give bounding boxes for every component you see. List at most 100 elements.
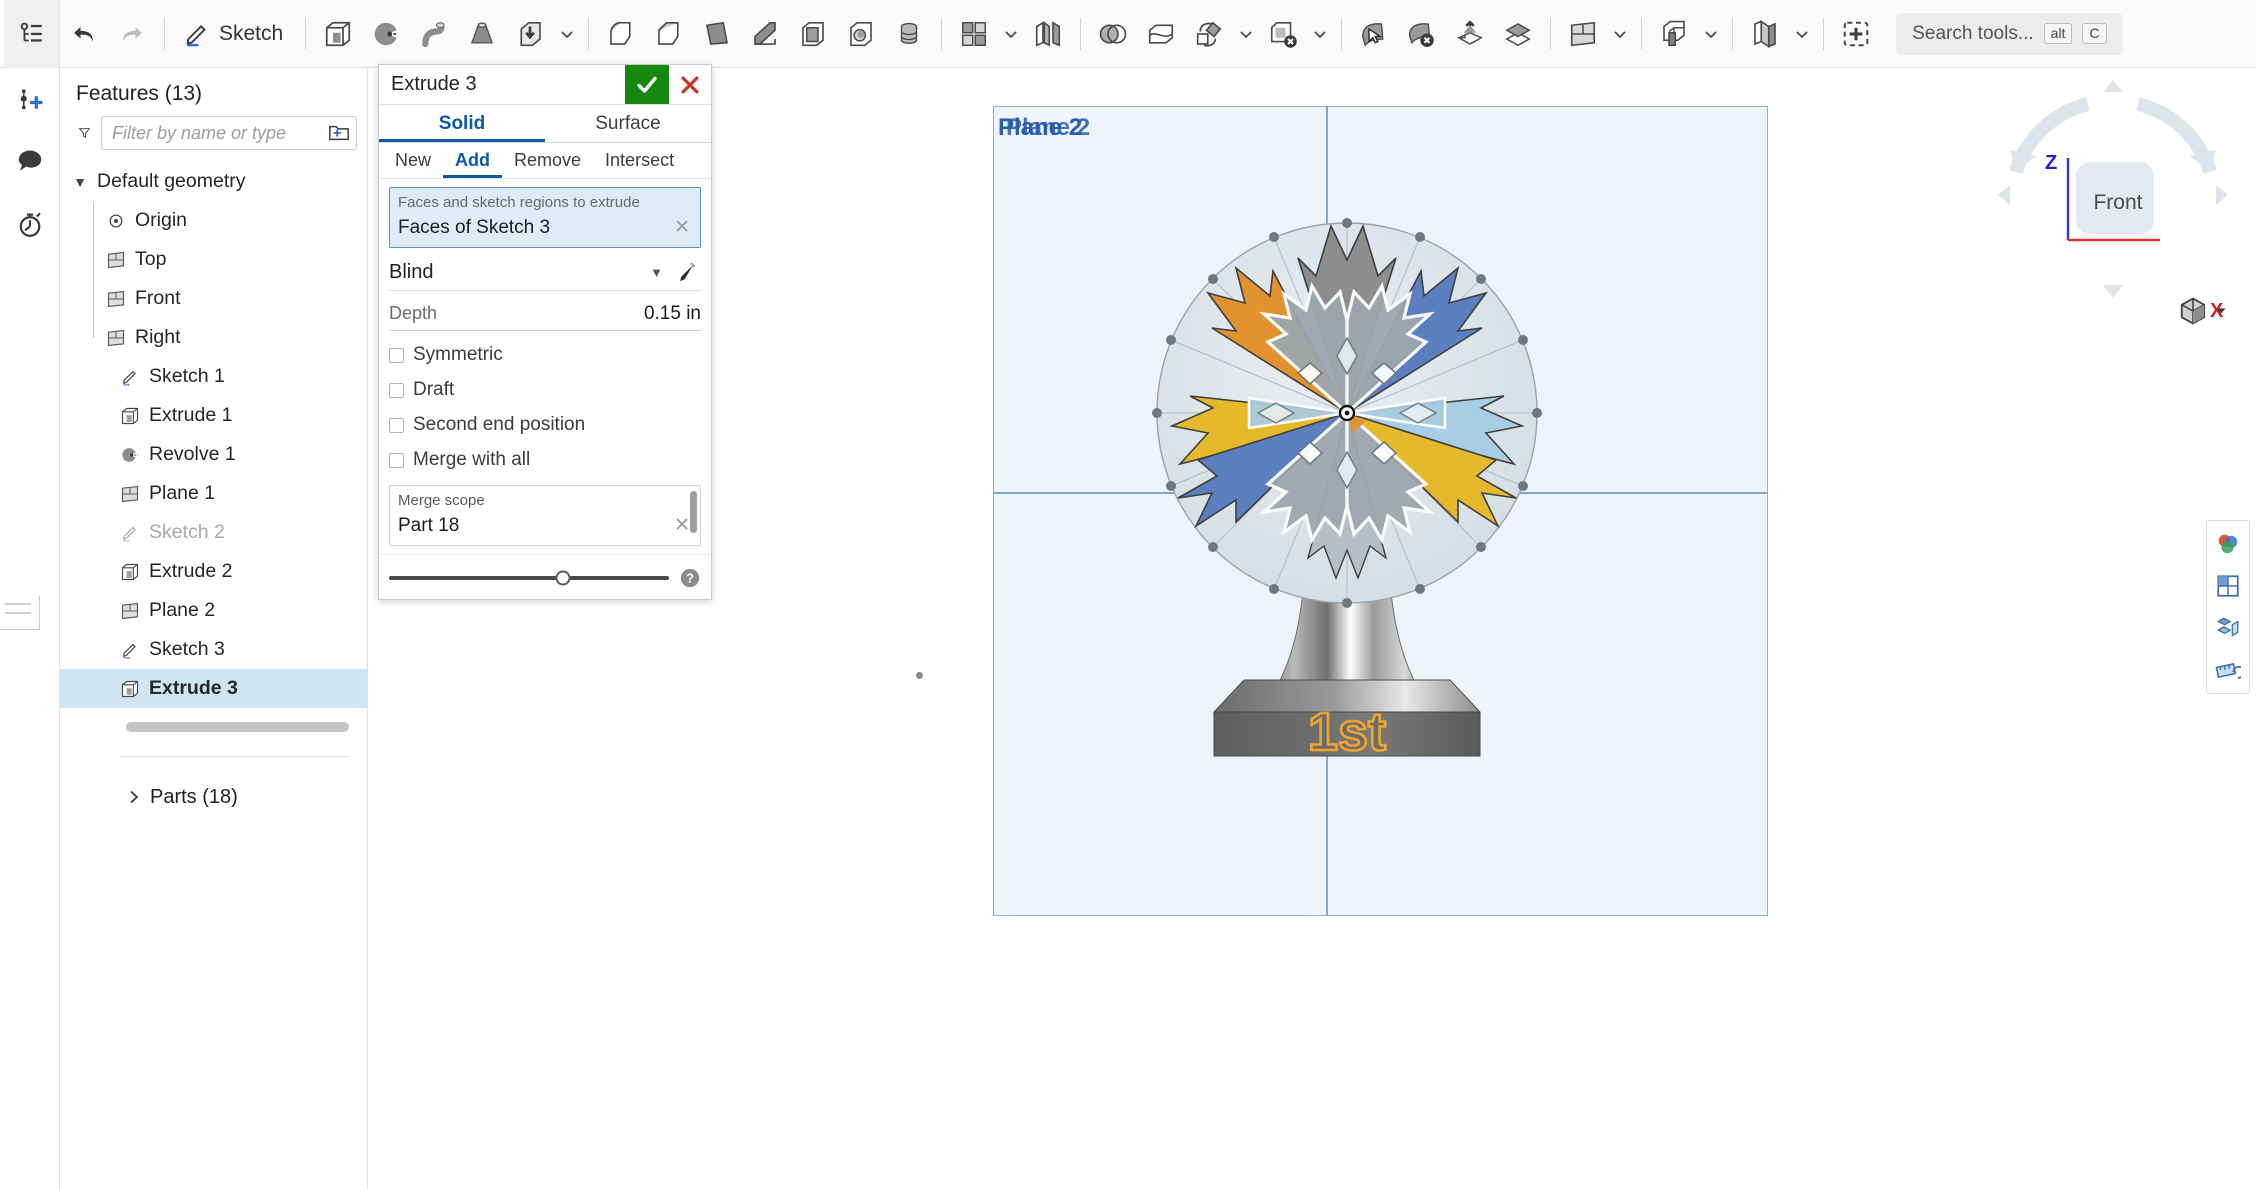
checkbox-box[interactable] <box>389 383 404 398</box>
sweep-tool-button[interactable] <box>410 8 458 60</box>
filter-icon[interactable] <box>78 120 91 146</box>
rotate-next-icon[interactable] <box>2216 185 2228 205</box>
tree-item-revolve-1[interactable]: Revolve 1 <box>60 435 367 474</box>
view-cube[interactable]: Front Z X <box>1988 80 2238 310</box>
dialog-accept-button[interactable] <box>625 65 669 104</box>
redo-button[interactable] <box>108 8 156 60</box>
delete-part-tool-button[interactable] <box>1259 8 1307 60</box>
end-condition-row[interactable]: Blind ▼ <box>389 260 701 291</box>
selection-clear-button[interactable]: ✕ <box>672 216 692 239</box>
search-tools-box[interactable]: Search tools... alt C <box>1896 13 2122 55</box>
help-button[interactable]: ? <box>679 567 701 589</box>
rotate-prev-icon[interactable] <box>1998 185 2010 205</box>
cube-face-label[interactable]: Front <box>2080 170 2156 236</box>
composite-group-dropdown[interactable] <box>1698 8 1724 60</box>
tab-solid[interactable]: Solid <box>379 105 545 142</box>
rail-item-insert[interactable] <box>8 78 52 122</box>
tree-item-top[interactable]: Top <box>60 240 367 279</box>
tab-new[interactable]: New <box>383 143 443 178</box>
extrude-group-dropdown[interactable] <box>554 8 580 60</box>
chevron-right-icon[interactable] <box>126 789 142 805</box>
depth-value[interactable]: 0.15 in <box>644 303 701 325</box>
checkbox-box[interactable] <box>389 348 404 363</box>
rail-item-comments[interactable] <box>8 140 52 184</box>
checkbox-box[interactable] <box>389 418 404 433</box>
section-view-button[interactable] <box>2211 569 2245 603</box>
tree-item-sketch-3[interactable]: Sketch 3 <box>60 630 367 669</box>
tree-item-plane-2[interactable]: Plane 2 <box>60 591 367 630</box>
rollback-bar[interactable] <box>126 722 349 732</box>
chamfer-tool-button[interactable] <box>645 8 693 60</box>
offset-surface-tool-button[interactable] <box>1494 8 1542 60</box>
hole-tool-button[interactable] <box>837 8 885 60</box>
loft-tool-button[interactable] <box>458 8 506 60</box>
plane-group-dropdown[interactable] <box>1607 8 1633 60</box>
tree-item-plane-1[interactable]: Plane 1 <box>60 474 367 513</box>
merge-scope-clear-button[interactable]: ✕ <box>672 514 692 537</box>
add-custom-feature-button[interactable] <box>1832 8 1880 60</box>
tab-remove[interactable]: Remove <box>502 143 593 178</box>
sheet-metal-group-dropdown[interactable] <box>1789 8 1815 60</box>
new-folder-icon[interactable] <box>328 122 350 144</box>
tree-item-extrude-2[interactable]: Extrude 2 <box>60 552 367 591</box>
tree-item-front[interactable]: Front <box>60 279 367 318</box>
tree-item-sketch-2[interactable]: Sketch 2 <box>60 513 367 552</box>
tab-add[interactable]: Add <box>443 143 502 178</box>
rib-tool-button[interactable] <box>741 8 789 60</box>
pattern-tool-button[interactable] <box>950 8 998 60</box>
parts-section-header[interactable]: Parts (18) <box>60 777 367 817</box>
mirror-tool-button[interactable] <box>1024 8 1072 60</box>
dialog-cancel-button[interactable] <box>669 65 711 104</box>
filter-input[interactable] <box>101 116 357 150</box>
feature-tree-toggle-button[interactable] <box>4 0 60 68</box>
merge-scope-field[interactable]: Merge scope Part 18 ✕ <box>389 485 701 546</box>
sketch-point[interactable] <box>916 672 923 679</box>
plane-tool-button[interactable] <box>1559 8 1607 60</box>
opacity-slider[interactable] <box>389 569 669 587</box>
transform-tool-button[interactable] <box>1185 8 1233 60</box>
delete-face-tool-button[interactable] <box>1398 8 1446 60</box>
draft-tool-button[interactable] <box>693 8 741 60</box>
view-mode-button[interactable] <box>2178 296 2228 326</box>
delete-group-dropdown[interactable] <box>1307 8 1333 60</box>
fillet-tool-button[interactable] <box>597 8 645 60</box>
merge-scope-scrollbar[interactable] <box>690 491 697 533</box>
tree-item-origin[interactable]: Origin <box>60 201 367 240</box>
slider-knob[interactable] <box>555 571 570 586</box>
rail-item-history[interactable] <box>8 202 52 246</box>
split-tool-button[interactable] <box>1137 8 1185 60</box>
tree-group-default-geometry[interactable]: ▼ Default geometry <box>60 162 367 201</box>
tree-item-extrude-1[interactable]: Extrude 1 <box>60 396 367 435</box>
tree-item-right[interactable]: Right <box>60 318 367 357</box>
tab-surface[interactable]: Surface <box>545 105 711 142</box>
checkbox-box[interactable] <box>389 453 404 468</box>
thread-tool-button[interactable] <box>885 8 933 60</box>
tree-item-sketch-1[interactable]: Sketch 1 <box>60 357 367 396</box>
undo-button[interactable] <box>60 8 108 60</box>
checkbox-merge-with-all[interactable]: Merge with all <box>389 449 701 471</box>
composite-part-tool-button[interactable] <box>1650 8 1698 60</box>
trophy-model[interactable]: 1st <box>968 108 1728 1008</box>
chevron-down-icon[interactable]: ▼ <box>72 174 88 190</box>
chevron-down-icon[interactable] <box>2214 304 2228 318</box>
pattern-group-dropdown[interactable] <box>998 8 1024 60</box>
transform-group-dropdown[interactable] <box>1233 8 1259 60</box>
thicken-tool-button[interactable] <box>506 8 554 60</box>
shell-tool-button[interactable] <box>789 8 837 60</box>
revolve-tool-button[interactable] <box>362 8 410 60</box>
selection-field[interactable]: Faces and sketch regions to extrude Face… <box>389 187 701 248</box>
tree-item-extrude-3[interactable]: Extrude 3 <box>60 669 367 708</box>
extrude-tool-button[interactable] <box>314 8 362 60</box>
move-face-tool-button[interactable] <box>1350 8 1398 60</box>
sheet-metal-tool-button[interactable] <box>1741 8 1789 60</box>
rotate-up-icon[interactable] <box>2103 80 2123 92</box>
flip-direction-button[interactable] <box>671 260 701 284</box>
chevron-down-icon[interactable]: ▼ <box>650 265 663 280</box>
explode-view-button[interactable] <box>2211 611 2245 645</box>
extend-surface-tool-button[interactable] <box>1446 8 1494 60</box>
checkbox-second-end-position[interactable]: Second end position <box>389 414 701 436</box>
rotate-down-icon[interactable] <box>2103 285 2123 298</box>
measure-button[interactable] <box>2211 653 2245 687</box>
tab-intersect[interactable]: Intersect <box>593 143 686 178</box>
checkbox-symmetric[interactable]: Symmetric <box>389 344 701 366</box>
